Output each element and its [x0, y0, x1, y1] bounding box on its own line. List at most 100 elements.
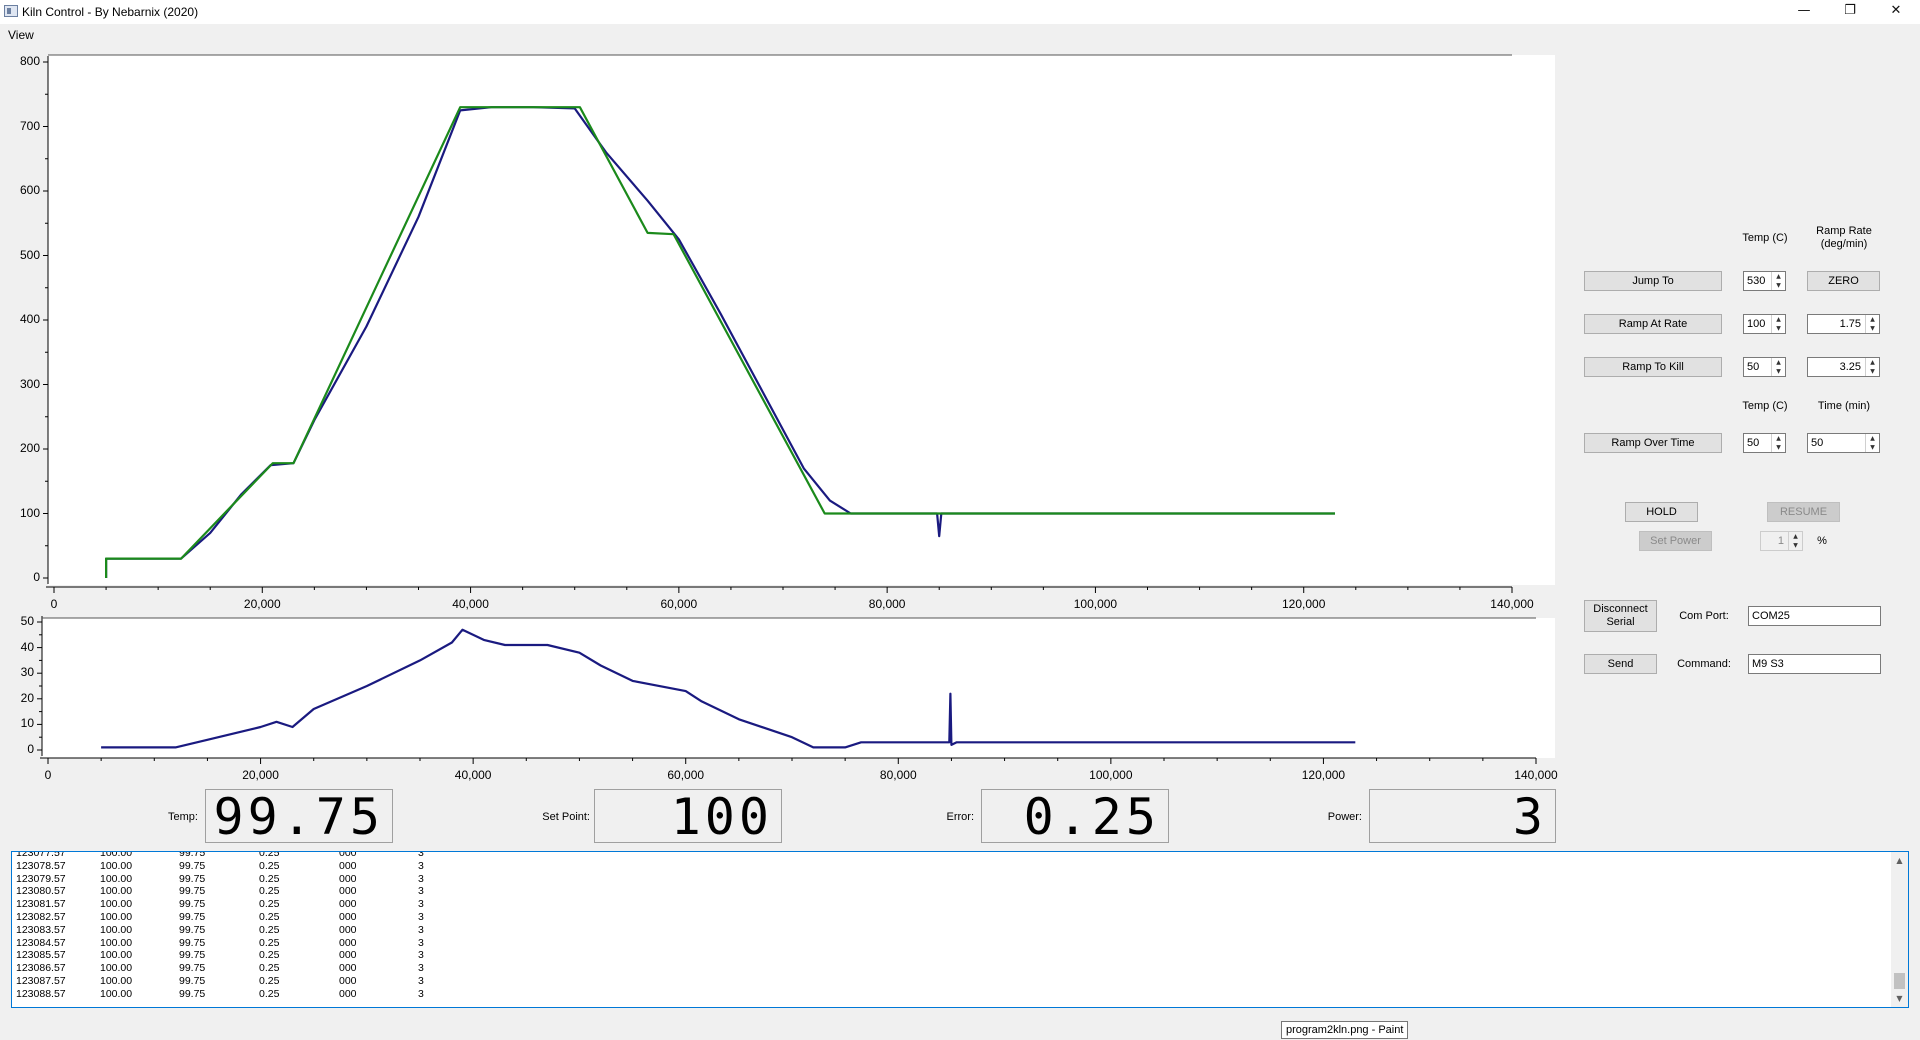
power-chart-x-tick-label: 140,000: [1514, 768, 1558, 782]
spinner-arrows-icon[interactable]: ▲ ▼: [1865, 434, 1879, 452]
command-input[interactable]: M9 S3: [1748, 654, 1881, 674]
resume-button[interactable]: RESUME: [1767, 502, 1840, 522]
spinner-arrows-icon[interactable]: ▲ ▼: [1771, 358, 1785, 376]
power-chart-y-tick-label: 20: [20, 690, 34, 705]
over-time-time-spinner[interactable]: 50 ▲ ▼: [1807, 433, 1880, 453]
temp-chart-y-tick-label: 500: [19, 247, 40, 262]
spinner-arrows-icon[interactable]: ▲ ▼: [1771, 272, 1785, 290]
power-readout: 3: [1369, 789, 1556, 844]
temp-chart-x-tick-label: 100,000: [1073, 597, 1118, 611]
log-cell: 0.25: [259, 962, 280, 975]
log-cell: 99.75: [179, 859, 206, 872]
log-cell: 123088.57: [16, 987, 66, 1000]
temp-chart-y-tick-label: 100: [19, 505, 40, 520]
spinner-arrows-icon[interactable]: ▲ ▼: [1771, 434, 1785, 452]
log-cell: 123082.57: [16, 910, 66, 923]
log-cell: 3: [418, 885, 424, 898]
log-cell: 0.25: [259, 859, 280, 872]
spinner-arrows-icon[interactable]: ▲ ▼: [1788, 532, 1802, 550]
log-cell: 3: [418, 974, 424, 987]
power-chart-y-tick-label: 10: [20, 716, 34, 731]
log-cell: 3: [418, 859, 424, 872]
temp-chart-x-tick-label: 20,000: [243, 597, 281, 611]
log-cell: 100.00: [100, 923, 133, 936]
log-cell: 100.00: [100, 851, 133, 859]
temp-chart-y-tick-label: 600: [19, 183, 40, 197]
temp-chart-y-tick-label: 400: [19, 312, 40, 326]
scroll-thumb[interactable]: [1894, 973, 1905, 989]
log-cell: 99.75: [179, 898, 206, 911]
log-cell: 100.00: [100, 885, 133, 898]
ramp-rate-temp-spinner[interactable]: 100 ▲ ▼: [1743, 314, 1786, 334]
temp-chart-y-tick-label: 700: [19, 118, 40, 133]
ramp-rate-column-header: Ramp Rate (deg/min): [1816, 225, 1872, 250]
temp-column-header: Temp (C): [1742, 232, 1788, 244]
log-cell: 3: [418, 962, 424, 975]
hold-button[interactable]: HOLD: [1625, 502, 1698, 522]
log-cell: 3: [418, 987, 424, 1000]
zero-button[interactable]: ZERO: [1807, 271, 1880, 291]
ramp-over-time-button[interactable]: Ramp Over Time: [1584, 433, 1722, 453]
com-port-input[interactable]: COM25: [1748, 606, 1881, 626]
spinner-arrows-icon[interactable]: ▲ ▼: [1865, 358, 1879, 376]
log-cell: 0.25: [259, 987, 280, 1000]
ramp-to-kill-button[interactable]: Ramp To Kill: [1584, 357, 1722, 377]
log-cell: 123077.57: [16, 851, 66, 859]
temp-chart-y-tick-label: 200: [19, 441, 40, 455]
spinner-arrows-icon[interactable]: ▲ ▼: [1865, 315, 1879, 333]
log-cell: 000: [339, 851, 357, 859]
ramp-rate-spinner[interactable]: 1.75 ▲ ▼: [1807, 314, 1880, 334]
power-chart-series-line-1: [101, 628, 1356, 749]
send-button[interactable]: Send: [1584, 654, 1657, 674]
error-readout: 0.25: [981, 789, 1169, 844]
log-cell: 123087.57: [16, 974, 66, 987]
disconnect-serial-button[interactable]: Disconnect Serial: [1584, 600, 1657, 632]
kill-rate-spinner[interactable]: 3.25 ▲ ▼: [1807, 357, 1880, 377]
log-scrollbar[interactable]: ▲ ▼: [1891, 852, 1908, 1007]
scroll-down-icon[interactable]: ▼: [1891, 990, 1908, 1007]
temp-readout-label: Temp:: [168, 811, 198, 823]
set-power-button[interactable]: Set Power: [1639, 531, 1712, 551]
power-chart-y-tick-label: 0: [27, 742, 34, 756]
log-cell: 100.00: [100, 898, 133, 911]
log-cell: 99.75: [179, 851, 206, 859]
log-cell: 000: [339, 987, 357, 1000]
power-readout-label: Power:: [1327, 811, 1362, 823]
log-cell: 100.00: [100, 987, 133, 1000]
jump-temp-spinner[interactable]: 530 ▲ ▼: [1743, 271, 1786, 291]
log-cell: 000: [339, 974, 357, 987]
setpoint-readout-label: Set Point:: [542, 811, 590, 823]
temp-chart-x-tick-label: 40,000: [452, 597, 489, 611]
log-cell: 0.25: [259, 885, 280, 898]
ramp-at-rate-button[interactable]: Ramp At Rate: [1584, 314, 1722, 334]
log-cell: 100.00: [100, 910, 133, 923]
log-cell: 3: [418, 910, 424, 923]
temp-chart-x-tick-label: 60,000: [660, 597, 698, 611]
power-chart-x-tick-label: 80,000: [879, 768, 917, 782]
serial-log[interactable]: 123077.57 100.00 99.75 0.25 000 3 123078.57 100…: [11, 851, 1909, 1008]
spinner-arrows-icon[interactable]: ▲ ▼: [1771, 315, 1785, 333]
log-cell: 99.75: [179, 974, 206, 987]
log-cell: 123079.57: [16, 872, 66, 885]
log-cell: 100.00: [100, 962, 133, 975]
log-cell: 99.75: [179, 885, 206, 898]
log-cell: 123084.57: [16, 936, 66, 949]
percent-label: %: [1817, 535, 1827, 547]
log-cell: 0.25: [259, 898, 280, 911]
scroll-up-icon[interactable]: ▲: [1891, 852, 1908, 869]
log-cell: 0.25: [259, 974, 280, 987]
temp-chart-x-tick-label: 140,000: [1490, 597, 1534, 611]
log-cell: 99.75: [179, 872, 206, 885]
temp-chart-x-tick-label: 120,000: [1282, 597, 1326, 611]
log-cell: 000: [339, 949, 357, 962]
temp-readout: 99.75: [205, 789, 393, 844]
power-chart-x-tick-label: 20,000: [242, 768, 279, 782]
com-port-label: Com Port:: [1679, 610, 1729, 622]
kill-temp-spinner[interactable]: 50 ▲ ▼: [1743, 357, 1786, 377]
power-spinner[interactable]: 1 ▲ ▼: [1760, 531, 1803, 551]
log-cell: 100.00: [100, 936, 133, 949]
log-cell: 3: [418, 949, 424, 962]
over-time-temp-spinner[interactable]: 50 ▲ ▼: [1743, 433, 1786, 453]
power-chart-x-tick-label: 0: [44, 768, 52, 782]
jump-to-button[interactable]: Jump To: [1584, 271, 1722, 291]
